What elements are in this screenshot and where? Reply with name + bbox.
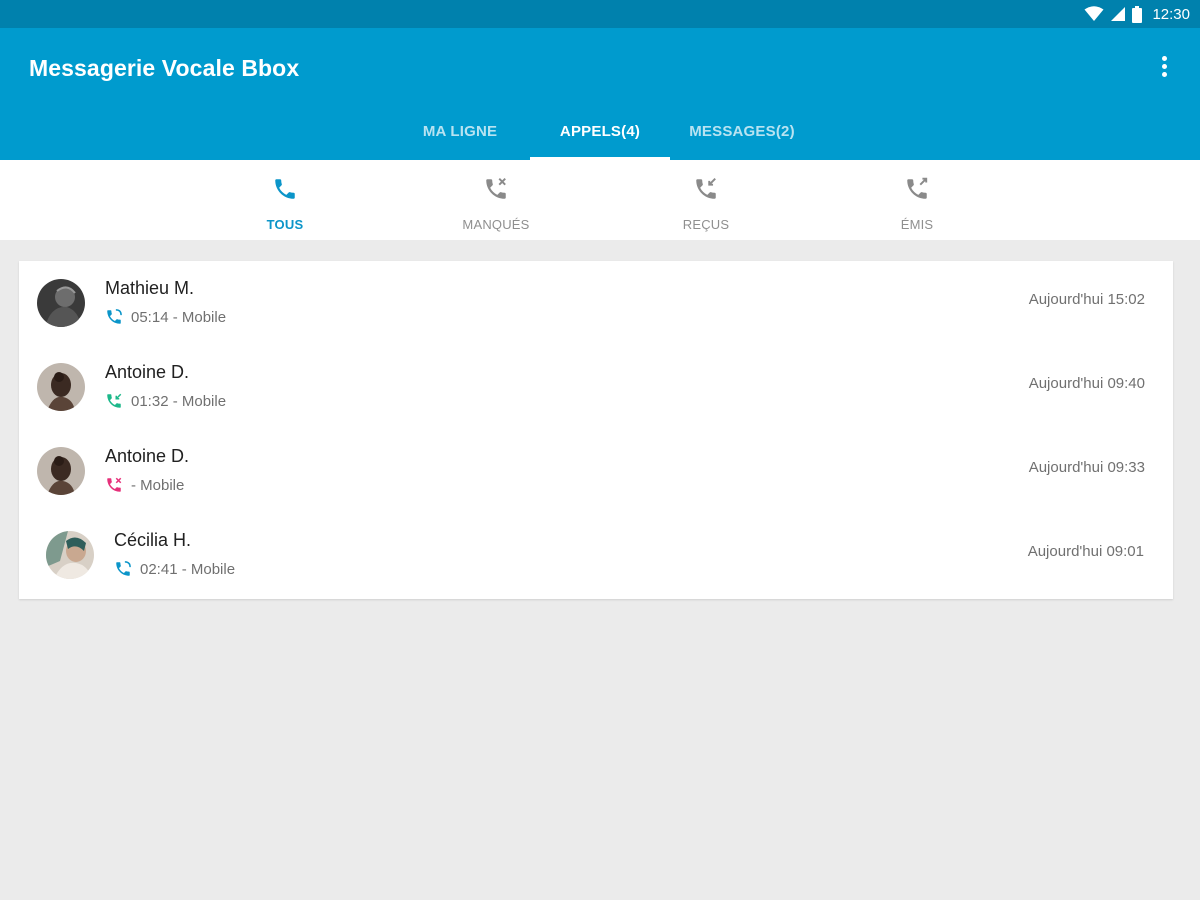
tab-appels[interactable]: APPELS(4) (530, 104, 670, 160)
call-detail: - Mobile (131, 476, 185, 494)
filter-label: ÉMIS (900, 217, 934, 232)
missed-call-icon (486, 178, 506, 199)
call-detail: 01:32 - Mobile (131, 392, 227, 410)
outgoing-call-icon (907, 177, 928, 199)
filter-label: TOUS (266, 217, 304, 232)
call-detail: 05:14 - Mobile (131, 308, 227, 326)
call-timestamp: Aujourd'hui 09:33 (1028, 459, 1145, 476)
wifi-icon (1084, 6, 1104, 21)
tab-label: APPELS(4) (559, 123, 641, 140)
filter-tous[interactable]: TOUS (215, 160, 355, 240)
avatar (37, 447, 85, 495)
battery-icon (1132, 5, 1143, 23)
app-bar: Messagerie Vocale Bbox MA LIGNE APPELS(4… (0, 28, 1200, 160)
call-row[interactable]: Cécilia H. 02:41 - Mobile Aujourd'hui 09… (19, 513, 1173, 597)
call-timestamp: Aujourd'hui 09:40 (1028, 375, 1145, 392)
tab-label: MESSAGES(2) (689, 123, 795, 140)
filter-manques[interactable]: MANQUÉS (426, 160, 566, 240)
call-timestamp: Aujourd'hui 15:02 (1028, 291, 1145, 308)
overflow-menu-icon[interactable] (1152, 54, 1176, 78)
status-time: 12:30 (1152, 5, 1190, 23)
avatar (46, 531, 94, 579)
call-row[interactable]: Antoine D. - Mobile Aujourd'hui 09:33 (19, 429, 1173, 513)
call-row[interactable]: Antoine D. 01:32 - Mobile Aujourd'hui 09… (19, 345, 1173, 429)
call-filter-bar: TOUS MANQUÉS REÇUS ÉMIS (0, 160, 1200, 240)
call-meta: 05:14 - Mobile (105, 307, 226, 327)
caller-name: Antoine D. (105, 362, 190, 382)
app-title: Messagerie Vocale Bbox (29, 55, 300, 81)
filter-recus[interactable]: REÇUS (636, 160, 776, 240)
incoming-call-icon (696, 178, 716, 199)
tab-messages[interactable]: MESSAGES(2) (672, 104, 812, 160)
phone-icon (116, 561, 131, 576)
caller-name: Mathieu M. (105, 278, 195, 298)
call-meta: - Mobile (105, 475, 184, 495)
status-icons: 12:30 (1084, 4, 1190, 24)
filter-label: REÇUS (682, 217, 730, 232)
missed-call-icon (107, 477, 122, 492)
call-meta: 02:41 - Mobile (114, 559, 235, 579)
filter-label: MANQUÉS (462, 217, 530, 232)
call-detail: 02:41 - Mobile (140, 560, 236, 578)
caller-name: Cécilia H. (114, 530, 192, 550)
phone-icon (275, 179, 295, 199)
incoming-call-icon (107, 393, 122, 408)
call-timestamp: Aujourd'hui 09:01 (1027, 543, 1144, 560)
call-row[interactable]: Mathieu M. 05:14 - Mobile Aujourd'hui 15… (19, 261, 1173, 345)
call-meta: 01:32 - Mobile (105, 391, 226, 411)
avatar (37, 279, 85, 327)
call-list: Mathieu M. 05:14 - Mobile Aujourd'hui 15… (19, 261, 1173, 599)
tab-ma-ligne[interactable]: MA LIGNE (400, 104, 520, 160)
caller-name: Antoine D. (105, 446, 190, 466)
filter-emis[interactable]: ÉMIS (847, 160, 987, 240)
status-bar: 12:30 (0, 0, 1200, 28)
avatar (37, 363, 85, 411)
phone-icon (107, 309, 122, 324)
tab-label: MA LIGNE (422, 123, 498, 140)
signal-icon (1111, 7, 1126, 21)
